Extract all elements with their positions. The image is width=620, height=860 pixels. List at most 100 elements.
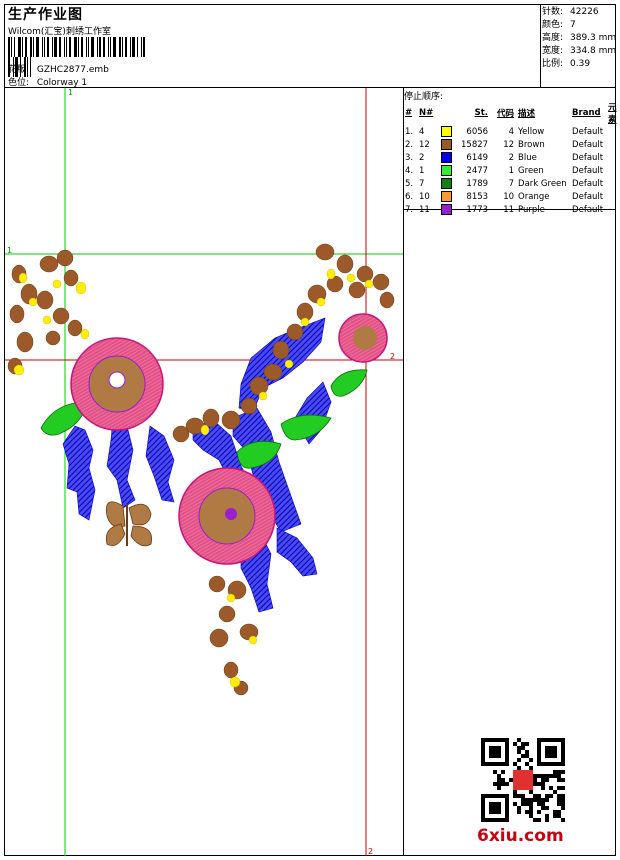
col-index: #	[405, 108, 413, 118]
cell-desc: Green	[518, 165, 544, 176]
cell-code: 2	[508, 152, 515, 163]
brown-spot	[202, 408, 220, 428]
cell-code: 10	[503, 191, 515, 202]
flower-center	[178, 467, 276, 565]
yellow-accent	[258, 391, 268, 401]
stat-width: 宽度: 334.8 mm	[542, 46, 617, 56]
cell-st: 8153	[466, 191, 489, 202]
brown-spot	[286, 323, 304, 341]
brown-spot	[56, 249, 74, 267]
needle-number: 12	[419, 140, 430, 150]
yellow-accent	[300, 317, 310, 327]
cell-desc: Brown	[518, 139, 545, 150]
color-swatch	[441, 165, 452, 176]
cell-code: 1	[508, 165, 515, 176]
cell-brand: Default	[572, 126, 604, 137]
brown-spot	[272, 340, 290, 360]
cell-code: 7	[508, 178, 515, 189]
yellow-accent	[229, 676, 241, 688]
guide-label-v2: 2	[368, 847, 374, 856]
brown-spot	[218, 605, 236, 623]
needle-number: 11	[419, 205, 430, 215]
cell-idx: 6.	[405, 191, 414, 202]
cell-st: 1789	[466, 178, 489, 189]
yellow-accent	[326, 268, 336, 280]
color-row: 2. 12 15827 12 Brown Default	[403, 138, 620, 151]
brown-spot	[379, 291, 395, 309]
color-table-header: # N# St. 代码 描述 Brand 元素	[403, 101, 620, 125]
brown-spot	[223, 661, 239, 679]
color-swatch	[441, 191, 452, 202]
brown-spot	[372, 273, 390, 291]
header-divider-vertical	[540, 4, 541, 88]
col-brand: Brand	[572, 108, 601, 118]
flower-left	[70, 337, 164, 431]
color-row: 3. 2 6149 2 Blue Default	[403, 151, 620, 164]
design-preview	[5, 88, 403, 856]
brown-spot	[348, 281, 366, 299]
cell-brand: Default	[572, 204, 604, 215]
brown-spot	[52, 307, 70, 325]
cell-brand: Default	[572, 165, 604, 176]
color-row: 6. 10 8153 10 Orange Default	[403, 190, 620, 203]
yellow-accent	[226, 593, 236, 603]
col-description: 描述	[518, 109, 536, 119]
needle-number: 1	[419, 166, 425, 176]
cell-code: 11	[503, 204, 515, 215]
cell-idx: 5.	[405, 178, 414, 189]
yellow-accent	[13, 364, 25, 376]
cell-st: 6056	[466, 126, 489, 137]
color-swatch	[441, 139, 452, 150]
cell-idx: 4.	[405, 165, 414, 176]
cell-desc: Blue	[518, 152, 537, 163]
guide-label-v1: 1	[68, 88, 74, 97]
brown-spot	[36, 290, 54, 310]
design-file-value: GZHC2877.emb	[36, 65, 109, 75]
qr-code	[481, 738, 565, 822]
brown-spot	[221, 410, 241, 430]
guide-label-h1: 1	[7, 246, 13, 255]
brown-spot	[208, 575, 226, 593]
brown-spot	[67, 319, 83, 337]
yellow-accent	[75, 281, 87, 295]
col-needle: N#	[419, 108, 434, 118]
yellow-accent	[346, 273, 356, 283]
cell-idx: 3.	[405, 152, 414, 163]
brown-spot	[63, 269, 79, 287]
flower-right	[338, 313, 388, 363]
brown-spot	[39, 255, 59, 273]
cell-idx: 7.	[405, 204, 414, 215]
brown-spot	[249, 376, 269, 396]
color-table: # N# St. 代码 描述 Brand 元素 1. 4 6056 4 Yellow De…	[403, 101, 620, 216]
yellow-accent	[248, 635, 258, 645]
embroidery-design	[5, 88, 403, 856]
color-row: 7. 11 1773 11 Purple Default	[403, 203, 620, 216]
color-row: 5. 7 1789 7 Dark Green Default	[403, 177, 620, 190]
brown-spot	[9, 304, 25, 324]
color-row: 4. 1 2477 1 Green Default	[403, 164, 620, 177]
cell-desc: Orange	[518, 191, 550, 202]
col-stitches: St.	[474, 108, 489, 118]
stat-stitches: 针数: 42226	[542, 7, 599, 17]
watermark-logo: 6xiu.com	[477, 826, 564, 846]
brown-spots	[7, 243, 395, 696]
brown-spot	[263, 363, 283, 381]
yellow-accent	[200, 424, 210, 436]
barcode	[8, 37, 150, 77]
company-name: Wilcom(汇宝)刺绣工作室	[8, 27, 111, 37]
cell-idx: 1.	[405, 126, 414, 137]
needle-number: 7	[419, 179, 425, 189]
stat-height: 高度: 389.3 mm	[542, 33, 617, 43]
brown-spot	[240, 397, 258, 415]
cell-brand: Default	[572, 139, 604, 150]
cell-st: 1773	[466, 204, 489, 215]
cell-st: 15827	[461, 139, 489, 150]
color-swatch	[441, 152, 452, 163]
color-swatch	[441, 204, 452, 215]
yellow-accent	[284, 359, 294, 369]
brown-spot	[336, 254, 354, 274]
cell-code: 4	[508, 126, 515, 137]
design-file-label: 花版:	[8, 65, 30, 75]
sheet-title: 生产作业图	[8, 7, 83, 23]
cell-desc: Dark Green	[518, 178, 567, 189]
